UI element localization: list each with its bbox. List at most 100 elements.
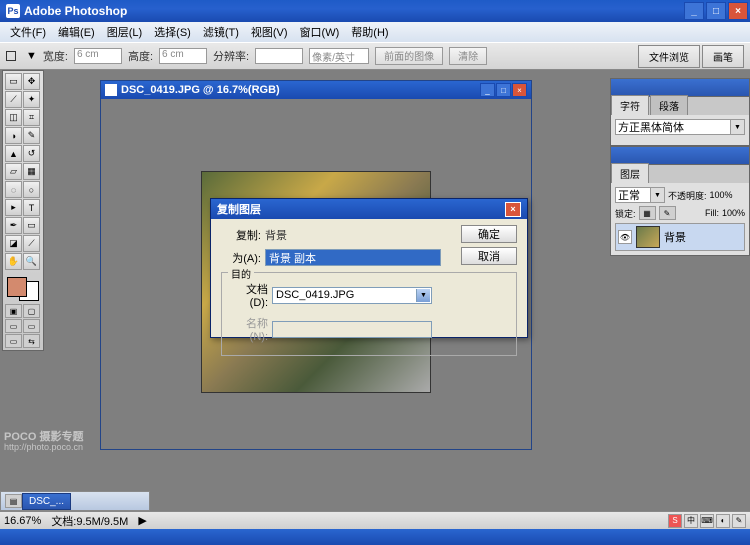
doc-icon: ▤ [5,494,22,508]
tray-icon[interactable]: ⌨ [700,514,714,528]
doc-max-button[interactable]: □ [496,83,511,97]
fill-value[interactable]: 100% [722,208,745,218]
pen-tool[interactable]: ✒ [5,217,22,234]
cancel-button[interactable]: 取消 [461,247,517,265]
minimize-button[interactable]: _ [684,2,704,20]
screen-2[interactable]: ▭ [23,319,40,333]
lock-paint-icon[interactable]: ✎ [659,206,676,220]
menu-edit[interactable]: 编辑(E) [52,22,101,42]
dialog-close-button[interactable]: × [505,202,521,217]
hand-tool[interactable]: ✋ [5,253,22,270]
as-input[interactable] [265,249,441,266]
crop-tool[interactable]: ◫ [5,109,22,126]
paragraph-tab[interactable]: 段落 [650,95,688,115]
duplicate-label: 复制: [221,227,261,243]
watermark: POCO 摄影专题 http://photo.poco.cn [4,431,83,453]
doc-title: DSC_0419.JPG @ 16.7%(RGB) [121,84,479,96]
dodge-tool[interactable]: ○ [23,181,40,198]
clear-button[interactable]: 清除 [449,47,487,65]
visibility-icon[interactable]: 👁 [618,230,632,244]
move-tool[interactable]: ✥ [23,73,40,90]
doc-min-button[interactable]: _ [480,83,495,97]
tray-icon[interactable]: ◐ [716,514,730,528]
maximize-button[interactable]: □ [706,2,726,20]
tray-icon[interactable]: ✎ [732,514,746,528]
duplicate-layer-dialog: 复制图层 × 确定 取消 复制: 背景 为(A): 目的 文档(D): [210,198,528,338]
file-browse-tab[interactable]: 文件浏览 [638,45,700,68]
path-tool[interactable]: ▸ [5,199,22,216]
brush-tool[interactable]: ✎ [23,127,40,144]
menu-window[interactable]: 窗口(W) [294,22,346,42]
options-bar: ▼ 宽度: 6 cm 高度: 6 cm 分辨率: 像素/英寸 前面的图像 清除 … [0,42,750,70]
close-button[interactable]: × [728,2,748,20]
heal-tool[interactable]: ◑ [5,127,22,144]
dropdown-icon[interactable]: ▼ [650,188,664,202]
jump-to[interactable]: ⇆ [23,334,40,348]
shape-tool[interactable]: ▭ [23,217,40,234]
tray-ime-icon[interactable]: 中 [684,514,698,528]
notes-tool[interactable]: ◪ [5,235,22,252]
dialog-title: 复制图层 [217,201,505,217]
zoom-level[interactable]: 16.67% [4,515,41,527]
eyedropper-tool[interactable]: ⟋ [23,235,40,252]
menu-bar: 文件(F) 编辑(E) 图层(L) 选择(S) 滤镜(T) 视图(V) 窗口(W… [0,22,750,42]
screen-3[interactable]: ▭ [5,334,22,348]
document-tab-bar: ▤ DSC_... [0,491,150,511]
history-brush[interactable]: ↺ [23,145,40,162]
taskbar [0,529,750,545]
res-unit[interactable]: 像素/英寸 [309,48,369,64]
as-label: 为(A): [221,250,261,266]
fg-color[interactable] [7,277,27,297]
dialog-titlebar[interactable]: 复制图层 × [211,199,527,219]
doc-titlebar[interactable]: DSC_0419.JPG @ 16.7%(RGB) _ □ × [101,81,531,99]
name-input [272,321,432,338]
ok-button[interactable]: 确定 [461,225,517,243]
blur-tool[interactable]: ◌ [5,181,22,198]
menu-layer[interactable]: 图层(L) [101,22,148,42]
wand-tool[interactable]: ✦ [23,91,40,108]
opacity-value[interactable]: 100% [710,190,733,200]
dropdown-icon[interactable]: ▼ [730,120,744,134]
menu-view[interactable]: 视图(V) [245,22,294,42]
tray-s-icon[interactable]: S [668,514,682,528]
height-input[interactable]: 6 cm [159,48,207,64]
marquee-tool[interactable]: ▭ [5,73,22,90]
workspace: ▭ ✥ ⟋ ✦ ◫ ⌗ ◑ ✎ ▲ ↺ ▱ ▦ ◌ ○ ▸ T ✒ ▭ ◪ ⟋ … [0,70,750,511]
eraser-tool[interactable]: ▱ [5,163,22,180]
tool-dropdown-icon[interactable]: ▼ [26,50,37,62]
dest-legend: 目的 [228,266,254,281]
menu-filter[interactable]: 滤镜(T) [197,22,245,42]
res-input[interactable] [255,48,303,64]
type-tool[interactable]: T [23,199,40,216]
menu-select[interactable]: 选择(S) [148,22,197,42]
menu-help[interactable]: 帮助(H) [345,22,394,42]
character-tab[interactable]: 字符 [611,95,649,115]
mode-standard[interactable]: ▣ [5,304,22,318]
lasso-tool[interactable]: ⟋ [5,91,22,108]
layer-name[interactable]: 背景 [664,229,686,245]
front-image-button[interactable]: 前面的图像 [375,47,443,65]
dropdown-icon[interactable]: ▼ [416,289,430,302]
slice-tool[interactable]: ⌗ [23,109,40,126]
crop-tool-icon[interactable] [6,51,16,61]
layer-thumbnail[interactable] [636,226,660,248]
status-arrow-icon[interactable]: ▶ [138,514,146,527]
menu-file[interactable]: 文件(F) [4,22,52,42]
layers-tab[interactable]: 图层 [611,163,649,183]
color-swatches[interactable] [5,275,41,303]
document-tab[interactable]: DSC_... [22,493,71,510]
brush-tab[interactable]: 画笔 [702,45,744,68]
stamp-tool[interactable]: ▲ [5,145,22,162]
gradient-tool[interactable]: ▦ [23,163,40,180]
doc-select[interactable]: DSC_0419.JPG ▼ [272,287,432,304]
mode-quickmask[interactable]: ▢ [23,304,40,318]
font-select[interactable]: 方正黑体简体 ▼ [615,119,745,135]
width-input[interactable]: 6 cm [74,48,122,64]
screen-1[interactable]: ▭ [5,319,22,333]
doc-close-button[interactable]: × [512,83,527,97]
lock-trans-icon[interactable]: ▦ [639,206,656,220]
layer-row[interactable]: 👁 背景 [615,223,745,251]
zoom-tool[interactable]: 🔍 [23,253,40,270]
toolbox: ▭ ✥ ⟋ ✦ ◫ ⌗ ◑ ✎ ▲ ↺ ▱ ▦ ◌ ○ ▸ T ✒ ▭ ◪ ⟋ … [2,70,44,351]
blend-mode-select[interactable]: 正常 ▼ [615,187,665,203]
